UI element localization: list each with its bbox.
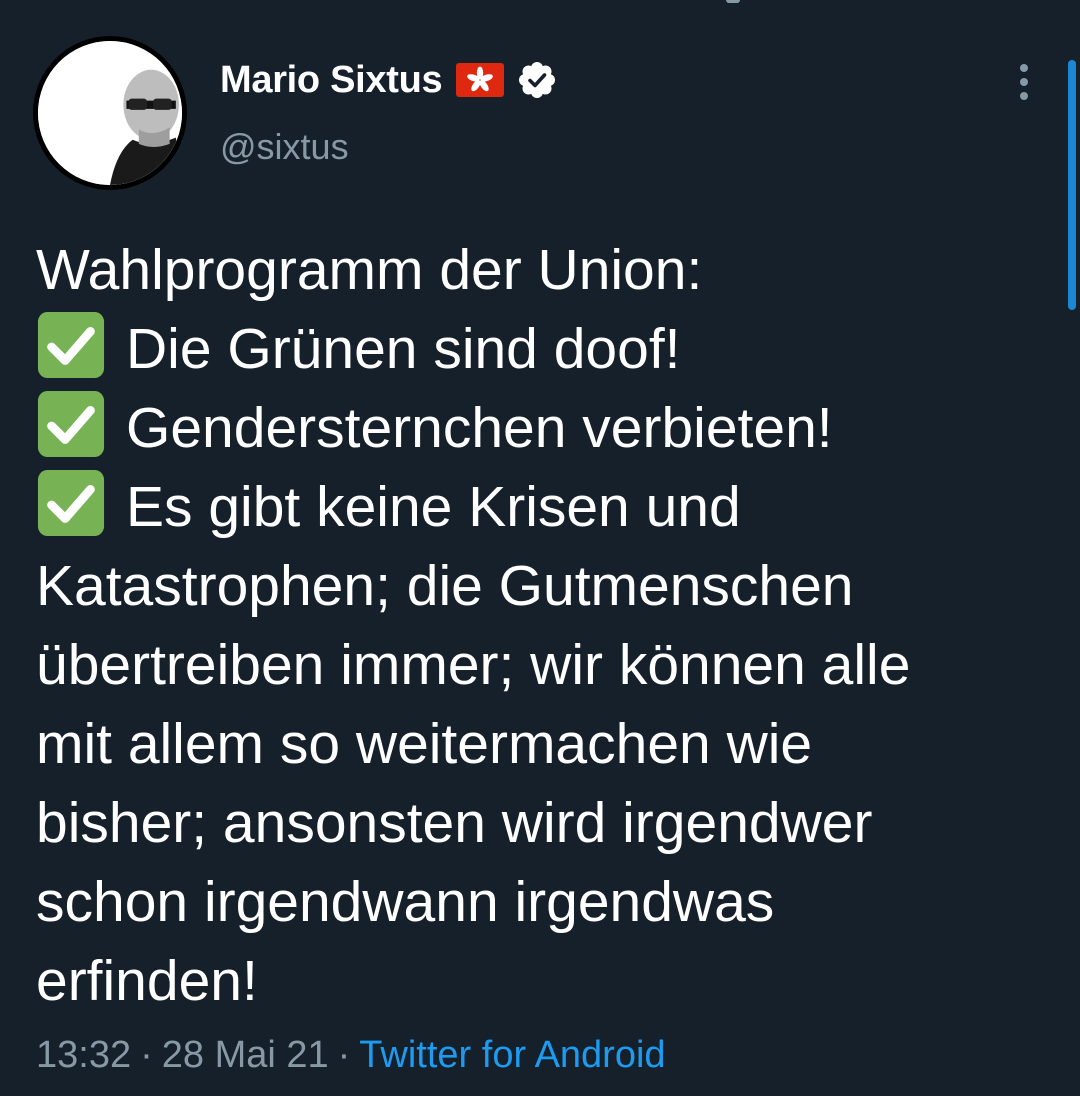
more-options-dot bbox=[1020, 64, 1028, 72]
tweet-text-line: Katastrophen; die Gutmenschen bbox=[36, 547, 1026, 626]
check-mark-icon bbox=[36, 310, 106, 380]
tweet-text-content: Die Grünen sind doof! bbox=[126, 317, 681, 381]
tweet-text-line: bisher; ansonsten wird irgendwer bbox=[36, 784, 1026, 863]
scrollbar[interactable] bbox=[1068, 60, 1076, 310]
meta-separator: · bbox=[140, 1034, 153, 1076]
hong-kong-flag-icon bbox=[456, 63, 505, 97]
tweet-text-content: Es gibt keine Krisen und bbox=[126, 475, 741, 539]
tweet-text-content: erfinden! bbox=[36, 949, 258, 1013]
tweet-text-content: Wahlprogramm der Union: bbox=[36, 238, 703, 302]
tweet-text-content: bisher; ansonsten wird irgendwer bbox=[36, 791, 873, 855]
tweet-text-line: mit allem so weitermachen wie bbox=[36, 705, 1026, 784]
verified-badge-icon bbox=[518, 61, 556, 99]
more-options-dot bbox=[1020, 92, 1028, 100]
author-name-row[interactable]: Mario Sixtus bbox=[220, 56, 556, 104]
tweet-text-line: Wahlprogramm der Union: bbox=[36, 231, 1026, 310]
avatar[interactable] bbox=[33, 36, 187, 190]
tweet-text-content: schon irgendwann irgendwas bbox=[36, 870, 775, 934]
check-mark-icon bbox=[36, 468, 106, 538]
tweet-text-line: erfinden! bbox=[36, 942, 1026, 1021]
more-options-dot bbox=[1020, 78, 1028, 86]
tweet-text-line: schon irgendwann irgendwas bbox=[36, 863, 1026, 942]
tweet-text-content: mit allem so weitermachen wie bbox=[36, 712, 813, 776]
author-handle[interactable]: @sixtus bbox=[220, 126, 349, 168]
tweet-text-content: Katastrophen; die Gutmenschen bbox=[36, 554, 854, 618]
avatar-photo bbox=[38, 41, 182, 185]
check-mark-icon bbox=[36, 389, 106, 459]
scroll-hint bbox=[726, 0, 740, 3]
tweet-meta: 13:32 · 28 Mai 21 · Twitter for Android bbox=[36, 1034, 666, 1077]
tweet-text-line: Es gibt keine Krisen und bbox=[36, 468, 1026, 547]
author-display-name[interactable]: Mario Sixtus bbox=[220, 59, 443, 102]
tweet-text-content: übertreiben immer; wir können alle bbox=[36, 633, 911, 697]
tweet-text: Wahlprogramm der Union: Die Grünen sind d… bbox=[36, 231, 1026, 1021]
tweet-date[interactable]: 28 Mai 21 bbox=[162, 1034, 329, 1076]
tweet-text-line: übertreiben immer; wir können alle bbox=[36, 626, 1026, 705]
tweet-time[interactable]: 13:32 bbox=[36, 1034, 131, 1076]
tweet-source-link[interactable]: Twitter for Android bbox=[359, 1034, 665, 1076]
more-options-button[interactable] bbox=[1004, 58, 1044, 106]
tweet-text-content: Gendersternchen verbieten! bbox=[126, 396, 833, 460]
meta-separator: · bbox=[337, 1034, 351, 1076]
tweet-text-line: Die Grünen sind doof! bbox=[36, 310, 1026, 389]
tweet-text-line: Gendersternchen verbieten! bbox=[36, 389, 1026, 468]
